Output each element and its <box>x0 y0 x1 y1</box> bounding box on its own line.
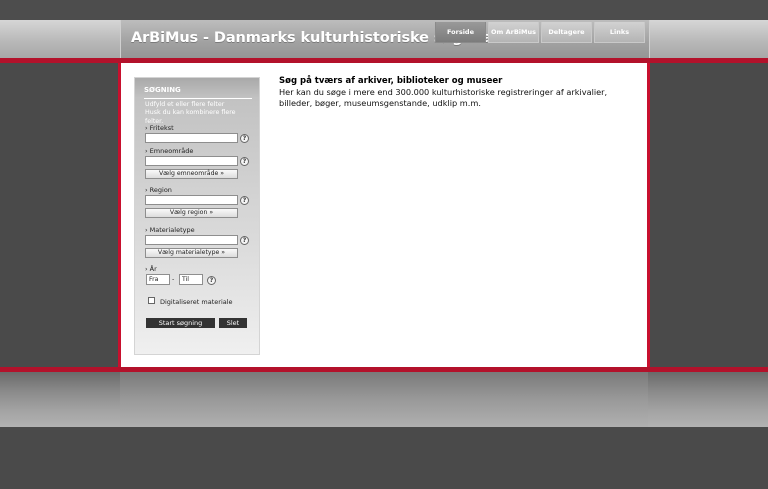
materialetype-input[interactable] <box>145 235 238 245</box>
digital-label: Digitaliseret materiale <box>160 298 233 306</box>
nav-tab-links[interactable]: Links <box>594 22 645 43</box>
select-region-button[interactable]: Vælg region » <box>145 208 238 218</box>
fritekst-input[interactable] <box>145 133 238 143</box>
search-title: SØGNING <box>144 86 181 94</box>
region-help-icon[interactable]: ? <box>240 196 249 205</box>
emneomraade-input[interactable] <box>145 156 238 166</box>
search-help-text: Udfyld et eller flere felter Husk du kan… <box>145 101 255 126</box>
help-line-1: Udfyld et eller flere felter <box>145 101 225 108</box>
aar-help-icon[interactable]: ? <box>207 276 216 285</box>
year-from-input[interactable]: Fra <box>146 274 170 285</box>
select-emneomraade-button[interactable]: Vælg emneområde » <box>145 169 238 179</box>
region-input[interactable] <box>145 195 238 205</box>
bottom-band <box>0 427 768 489</box>
fritekst-label: Fritekst <box>145 124 174 132</box>
emneomraade-label: Emneområde <box>145 147 194 155</box>
digital-checkbox[interactable] <box>148 297 155 304</box>
year-to-input[interactable]: Til <box>179 274 203 285</box>
select-materialetype-button[interactable]: Vælg materialetype » <box>145 248 238 258</box>
aar-label: År <box>145 265 157 273</box>
main-nav: Forside Om ArBiMus Deltagere Links <box>435 22 645 43</box>
nav-tab-om-arbimus[interactable]: Om ArBiMus <box>488 22 539 43</box>
materialetype-label: Materialetype <box>145 226 195 234</box>
page-intro: Her kan du søge i mere end 300.000 kultu… <box>279 87 608 108</box>
top-band <box>0 0 768 20</box>
nav-tab-deltagere[interactable]: Deltagere <box>541 22 592 43</box>
page-heading: Søg på tværs af arkiver, biblioteker og … <box>279 76 503 86</box>
start-search-button[interactable]: Start søgning <box>146 318 215 328</box>
materialetype-help-icon[interactable]: ? <box>240 236 249 245</box>
year-range-dash: - <box>172 275 175 283</box>
footer-inner <box>120 372 648 427</box>
emneomraade-help-icon[interactable]: ? <box>240 157 249 166</box>
region-label: Region <box>145 186 172 194</box>
clear-button[interactable]: Slet <box>219 318 247 328</box>
nav-tab-forside[interactable]: Forside <box>435 22 486 43</box>
fritekst-help-icon[interactable]: ? <box>240 134 249 143</box>
search-title-rule <box>144 98 252 99</box>
